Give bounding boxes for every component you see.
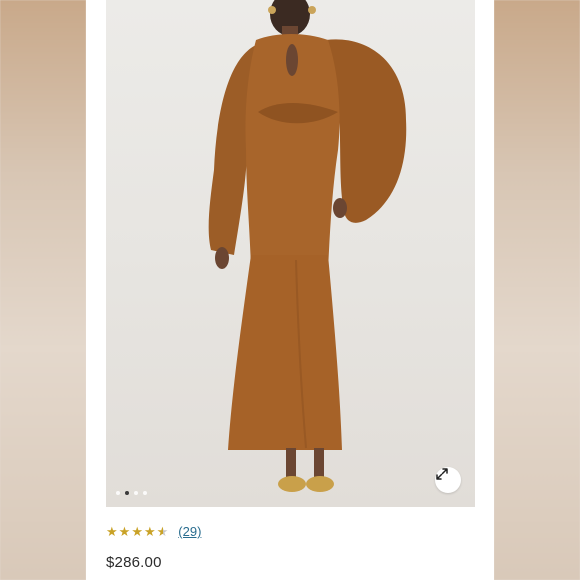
right-hand [333,198,347,218]
left-background [0,0,86,580]
star-icon: ★ [131,524,143,539]
left-leg [286,448,296,478]
right-background [494,0,580,580]
carousel-dot[interactable] [143,491,147,495]
star-icon: ★ [118,524,131,539]
half-star-icon: ★ [156,524,169,539]
product-image[interactable] [106,0,475,507]
product-card: ★ ★ ★ ★ ★ (29) $286.00 [86,0,494,580]
product-price: $286.00 [106,554,162,571]
carousel-dot[interactable] [116,491,120,495]
earring-left [268,6,276,14]
star-rating: ★ ★ ★ ★ ★ [106,525,168,538]
expand-icon [436,468,448,480]
earring-right [308,6,316,14]
carousel-dots [116,491,147,495]
star-icon: ★ [143,524,156,539]
carousel-dot-active[interactable] [125,491,129,495]
rating-row: ★ ★ ★ ★ ★ (29) [106,524,201,539]
star-icon: ★ [106,524,118,539]
expand-button[interactable] [435,467,461,493]
right-shoe [306,476,334,492]
dress-photo [208,0,407,492]
keyhole-cutout [286,44,298,76]
dress-skirt [228,255,342,450]
right-leg [314,448,324,478]
reviews-link[interactable]: (29) [178,524,201,539]
carousel-dot[interactable] [134,491,138,495]
left-hand [215,247,229,269]
left-shoe [278,476,306,492]
